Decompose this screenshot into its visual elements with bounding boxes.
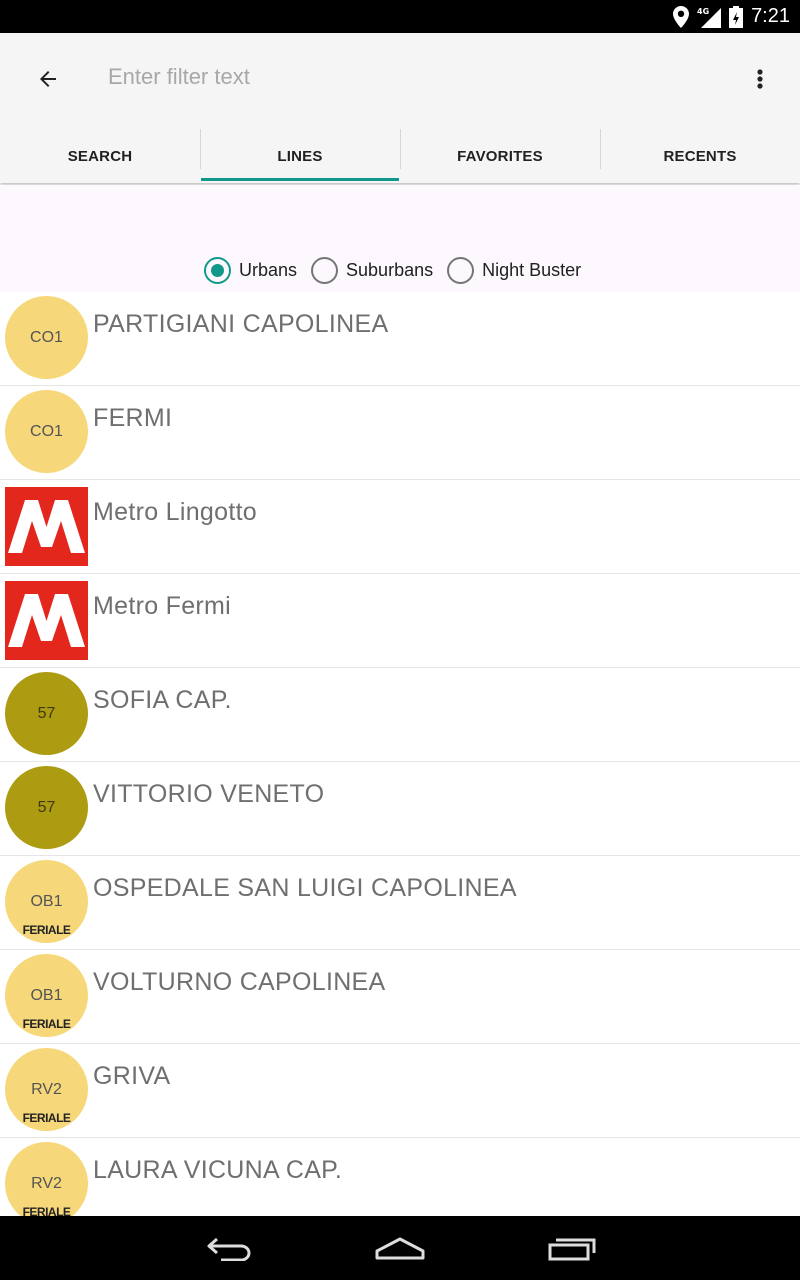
badge-subtitle: FERIALE: [22, 1017, 71, 1031]
svg-text:4G: 4G: [697, 7, 709, 16]
status-icons: 4G 7:21: [673, 0, 790, 33]
radio-checked-icon: [204, 257, 231, 284]
list-item[interactable]: OB1 FERIALE VOLTURNO CAPOLINEA: [0, 950, 800, 1044]
badge-subtitle: FERIALE: [22, 1205, 71, 1216]
radio-label: Night Buster: [482, 260, 582, 280]
status-bar: 4G 7:21: [0, 0, 800, 33]
line-badge: OB1 FERIALE: [5, 954, 88, 1037]
badge-subtitle: FERIALE: [22, 1111, 71, 1125]
line-name: Metro Lingotto: [93, 498, 258, 526]
line-code: CO1: [30, 422, 63, 440]
line-name: PARTIGIANI CAPOLINEA: [93, 310, 389, 338]
line-name: VOLTURNO CAPOLINEA: [93, 968, 386, 996]
line-code: OB1: [30, 986, 63, 1004]
system-nav-bar: [0, 1216, 800, 1280]
list-item[interactable]: Metro Fermi: [0, 574, 800, 668]
radio-suburbans[interactable]: Suburbans: [311, 257, 433, 284]
overflow-menu-button[interactable]: [740, 55, 780, 103]
line-name: FERMI: [93, 404, 173, 432]
location-icon: [673, 5, 690, 28]
line-name: Metro Fermi: [93, 592, 232, 620]
tab-lines[interactable]: LINES: [200, 129, 400, 183]
back-button[interactable]: [24, 55, 72, 103]
nav-recents-button[interactable]: [542, 1232, 602, 1264]
line-badge: CO1: [5, 296, 88, 379]
list-item[interactable]: 57 VITTORIO VENETO: [0, 762, 800, 856]
metro-logo-icon: [5, 581, 88, 660]
line-type-radio-group: Urbans Suburbans Night Buster: [204, 257, 595, 284]
signal-icon: 4G: [697, 6, 722, 28]
line-code: RV2: [31, 1174, 62, 1192]
line-badge: RV2 FERIALE: [5, 1048, 88, 1131]
list-item[interactable]: OB1 FERIALE OSPEDALE SAN LUIGI CAPOLINEA: [0, 856, 800, 950]
line-name: GRIVA: [93, 1062, 171, 1090]
list-item[interactable]: RV2 FERIALE LAURA VICUNA CAP.: [0, 1138, 800, 1216]
radio-urbans[interactable]: Urbans: [204, 257, 297, 284]
line-code: RV2: [31, 1080, 62, 1098]
line-code: 57: [37, 704, 56, 722]
tab-search[interactable]: SEARCH: [0, 129, 200, 183]
toolbar: SEARCH LINES FAVORITES RECENTS: [0, 33, 800, 183]
line-badge: CO1: [5, 390, 88, 473]
status-time: 7:21: [751, 5, 790, 27]
line-code: CO1: [30, 328, 63, 346]
radio-night-buster[interactable]: Night Buster: [447, 257, 581, 284]
more-vert-icon: [757, 69, 763, 89]
radio-unchecked-icon: [311, 257, 339, 284]
list-item[interactable]: CO1 PARTIGIANI CAPOLINEA: [0, 292, 800, 386]
badge-subtitle: FERIALE: [22, 923, 71, 937]
list-item[interactable]: RV2 FERIALE GRIVA: [0, 1044, 800, 1138]
line-badge: OB1 FERIALE: [5, 860, 88, 943]
list-item[interactable]: CO1 FERMI: [0, 386, 800, 480]
arrow-back-icon: [40, 71, 56, 87]
line-name: SOFIA CAP.: [93, 686, 232, 714]
battery-icon: [729, 5, 744, 28]
line-badge: 57: [5, 672, 88, 755]
recents-nav-icon: [548, 1238, 596, 1261]
back-nav-icon: [207, 1237, 251, 1261]
radio-label: Suburbans: [346, 260, 434, 280]
line-name: VITTORIO VENETO: [93, 780, 325, 808]
nav-back-button[interactable]: [200, 1232, 260, 1264]
line-name: LAURA VICUNA CAP.: [93, 1156, 343, 1184]
home-nav-icon: [375, 1237, 425, 1260]
line-code: 57: [37, 798, 56, 816]
tab-recents[interactable]: RECENTS: [600, 129, 800, 183]
metro-logo-icon: [5, 487, 88, 566]
line-name: OSPEDALE SAN LUIGI CAPOLINEA: [93, 874, 517, 902]
line-code: OB1: [30, 892, 63, 910]
tab-bar: SEARCH LINES FAVORITES RECENTS: [0, 129, 800, 183]
nav-home-button[interactable]: [370, 1232, 430, 1264]
list-item[interactable]: 57 SOFIA CAP.: [0, 668, 800, 762]
line-badge: 57: [5, 766, 88, 849]
line-badge: RV2 FERIALE: [5, 1142, 88, 1216]
tab-favorites[interactable]: FAVORITES: [400, 129, 600, 183]
list-item[interactable]: Metro Lingotto: [0, 480, 800, 574]
line-type-filter: Urbans Suburbans Night Buster: [0, 185, 800, 292]
radio-label: Urbans: [239, 260, 298, 280]
line-list: CO1 PARTIGIANI CAPOLINEA CO1 FERMI Metro…: [0, 292, 800, 1216]
radio-unchecked-icon: [447, 257, 475, 284]
filter-input[interactable]: [108, 57, 688, 97]
